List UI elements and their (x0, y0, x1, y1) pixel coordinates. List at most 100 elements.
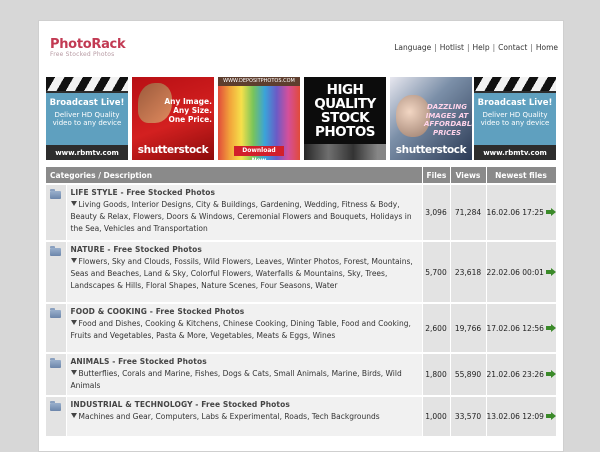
subcategory-list: Food and Dishes, Cooking & Kitchens, Chi… (70, 318, 418, 342)
subcategory-list: Flowers, Sky and Clouds, Fossils, Wild F… (70, 256, 418, 292)
shutterstock-logo: shutterstock (137, 144, 209, 156)
banner-headline: Broadcast Live! (477, 98, 553, 108)
category-cell: NATURE - Free Stocked Photos Flowers, Sk… (66, 240, 423, 303)
expand-arrow-icon (70, 413, 77, 418)
expand-arrow-icon (70, 370, 77, 375)
category-cell: LIFE STYLE - Free Stocked Photos Living … (66, 183, 423, 241)
category-title-link[interactable]: LIFE STYLE - Free Stocked Photos (71, 188, 418, 197)
banner-high-quality-stock[interactable]: HIGH QUALITY STOCK PHOTOS (304, 77, 386, 160)
banner-url: WWW.DEPOSITPHOTOS.COM (218, 77, 300, 86)
category-title-link[interactable]: INDUSTRIAL & TECHNOLOGY - Free Stocked P… (71, 400, 418, 409)
category-cell: INDUSTRIAL & TECHNOLOGY - Free Stocked P… (66, 395, 423, 436)
folder-icon (50, 189, 62, 199)
top-navigation: Language | Hotlist | Help | Contact | Home (394, 43, 558, 52)
folder-cell (46, 302, 67, 353)
table-row: NATURE - Free Stocked Photos Flowers, Sk… (46, 240, 557, 303)
banner-shutterstock-1[interactable]: Any Image. Any Size. One Price. shutters… (132, 77, 214, 160)
table-header-row: Categories / Description Files Views New… (46, 167, 557, 184)
banner-headline: Broadcast Live! (49, 98, 125, 108)
banner-subline: Deliver HD Quality video to any device (52, 111, 122, 127)
folder-icon (50, 358, 62, 368)
banner-subline: Deliver HD Quality video to any device (480, 111, 550, 127)
header-categories: Categories / Description (46, 167, 423, 184)
table-row: LIFE STYLE - Free Stocked Photos Living … (46, 183, 557, 241)
category-title-link[interactable]: ANIMALS - Free Stocked Photos (71, 357, 418, 366)
subcategory-links[interactable]: Flowers, Sky and Clouds, Fossils, Wild F… (71, 257, 413, 290)
files-count: 3,096 (422, 183, 451, 241)
banner-url: www.rbmtv.com (483, 149, 547, 157)
folder-cell (46, 183, 67, 241)
newest-date: 17.02.06 12:56 (486, 323, 544, 333)
subcategory-links[interactable]: Living Goods, Interior Designs, City & B… (71, 200, 412, 233)
banner-depositphotos[interactable]: WWW.DEPOSITPHOTOS.COM Download Now (218, 77, 300, 160)
files-count: 5,700 (422, 240, 451, 303)
header-newest: Newest files (486, 167, 557, 184)
nav-separator: | (434, 43, 437, 52)
go-arrow-icon[interactable] (545, 323, 556, 332)
table-row: FOOD & COOKING - Free Stocked Photos Foo… (46, 302, 557, 353)
category-cell: FOOD & COOKING - Free Stocked Photos Foo… (66, 302, 423, 353)
banner-headline: Any Image. Any Size. One Price. (164, 97, 212, 124)
nav-home-link[interactable]: Home (536, 43, 558, 52)
newest-date: 22.02.06 00:01 (486, 267, 544, 277)
go-arrow-icon[interactable] (545, 267, 556, 276)
subcategory-links[interactable]: Butterflies, Corals and Marine, Fishes, … (71, 369, 402, 390)
category-title-link[interactable]: NATURE - Free Stocked Photos (71, 245, 418, 254)
subcategory-list: Living Goods, Interior Designs, City & B… (70, 199, 418, 235)
nav-separator: | (530, 43, 533, 52)
banner-decoration (304, 144, 386, 160)
site-subtitle: Free Stocked Photos (50, 51, 115, 58)
views-count: 33,570 (450, 395, 487, 436)
clapperboard-icon (46, 77, 128, 91)
newest-files-cell: 17.02.06 12:56 (486, 302, 557, 353)
banner-rbmtv-2[interactable]: Broadcast Live! Deliver HD Quality video… (474, 77, 556, 160)
subcategory-list: Machines and Gear, Computers, Labs & Exp… (70, 411, 418, 423)
header-files: Files (422, 167, 451, 184)
category-cell: ANIMALS - Free Stocked Photos Butterflie… (66, 352, 423, 396)
views-count: 19,766 (450, 302, 487, 353)
banner-shutterstock-2[interactable]: DAZZLING IMAGES AT AFFORDABLE PRICES shu… (390, 77, 472, 160)
site-logo[interactable]: PhotoRack Free Stocked Photos (50, 38, 126, 59)
category-title-link[interactable]: FOOD & COOKING - Free Stocked Photos (71, 307, 418, 316)
subcategory-links[interactable]: Machines and Gear, Computers, Labs & Exp… (79, 412, 380, 421)
nav-language-link[interactable]: Language (394, 43, 431, 52)
nav-help-link[interactable]: Help (472, 43, 489, 52)
site-title[interactable]: PhotoRack (50, 38, 126, 51)
nav-separator: | (492, 43, 496, 52)
files-count: 2,600 (422, 302, 451, 353)
table-row: INDUSTRIAL & TECHNOLOGY - Free Stocked P… (46, 395, 557, 436)
folder-icon (50, 401, 62, 411)
folder-icon (50, 246, 62, 256)
expand-arrow-icon (70, 201, 77, 206)
newest-files-cell: 21.02.06 23:26 (486, 352, 557, 396)
files-count: 1,800 (422, 352, 451, 396)
header-views: Views (450, 167, 487, 184)
go-arrow-icon[interactable] (545, 370, 556, 378)
table-row: ANIMALS - Free Stocked Photos Butterflie… (46, 352, 557, 396)
folder-cell (46, 352, 67, 396)
banner-url: www.rbmtv.com (55, 149, 119, 157)
nav-contact-link[interactable]: Contact (498, 43, 527, 52)
newest-date: 16.02.06 17:25 (486, 208, 544, 217)
shutterstock-logo: shutterstock (395, 144, 467, 156)
views-count: 23,618 (450, 240, 487, 303)
newest-date: 13.02.06 12:09 (486, 412, 544, 421)
newest-files-cell: 13.02.06 12:09 (486, 395, 557, 436)
nav-separator: | (466, 43, 470, 52)
files-count: 1,000 (422, 395, 451, 436)
nav-hotlist-link[interactable]: Hotlist (440, 43, 464, 52)
expand-arrow-icon (70, 320, 77, 325)
go-arrow-icon[interactable] (545, 208, 556, 216)
download-now-button[interactable]: Download Now (234, 146, 284, 160)
go-arrow-icon[interactable] (545, 412, 556, 420)
subcategory-list: Butterflies, Corals and Marine, Fishes, … (70, 368, 418, 392)
folder-cell (46, 395, 67, 436)
newest-date: 21.02.06 23:26 (486, 370, 544, 379)
banner-headline: HIGH QUALITY STOCK PHOTOS (314, 82, 376, 140)
folder-icon (50, 308, 62, 318)
clapperboard-icon (474, 77, 556, 91)
subcategory-links[interactable]: Food and Dishes, Cooking & Kitchens, Chi… (71, 319, 411, 340)
banner-rbmtv-1[interactable]: Broadcast Live! Deliver HD Quality video… (46, 77, 128, 160)
views-count: 55,890 (450, 352, 487, 396)
folder-cell (46, 240, 67, 303)
